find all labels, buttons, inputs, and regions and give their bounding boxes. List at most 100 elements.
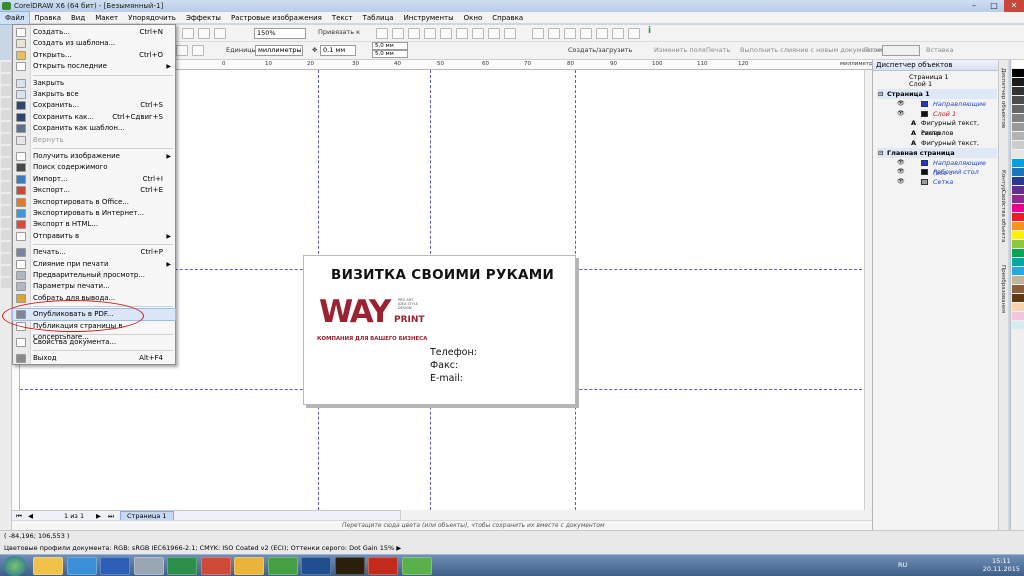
align-icon[interactable] — [472, 28, 484, 39]
page-size-icon[interactable] — [176, 45, 188, 56]
palette-swatch[interactable] — [1012, 276, 1024, 285]
pick-tool-icon[interactable] — [1, 62, 11, 72]
paint-icon[interactable] — [200, 557, 231, 575]
card-title[interactable]: ВИЗИТКА СВОИМИ РУКАМИ — [331, 267, 554, 283]
expand-toggle-icon[interactable]: ⊟ — [878, 89, 883, 99]
crop-tool-icon[interactable] — [1, 86, 11, 96]
file-menu-item[interactable]: Импорт... Ctrl+I — [13, 174, 175, 185]
smart-fill-icon[interactable] — [1, 122, 11, 132]
palette-swatch[interactable] — [1012, 150, 1024, 159]
transparency-tool-icon[interactable] — [1, 230, 11, 240]
docker-tab[interactable]: Преобразования — [1000, 265, 1006, 313]
text-tool-icon[interactable] — [1, 170, 11, 180]
align-icon[interactable] — [408, 28, 420, 39]
expand-toggle-icon[interactable]: ⊟ — [878, 148, 883, 158]
outline-tool-icon[interactable] — [1, 254, 11, 264]
zoom-select[interactable]: 150% — [254, 28, 306, 39]
palette-swatch[interactable] — [1012, 321, 1024, 330]
import-icon[interactable] — [182, 28, 194, 39]
palette-swatch[interactable] — [1012, 231, 1024, 240]
ie-icon[interactable] — [66, 557, 97, 575]
align-icon[interactable] — [532, 28, 544, 39]
tree-item[interactable]: ⊟ Главная страница — [877, 147, 997, 158]
tree-item[interactable]: 👁 Направляющие (все с — [877, 158, 997, 177]
align-icon[interactable] — [548, 28, 560, 39]
menu-2[interactable]: Вид — [66, 12, 90, 24]
file-menu-item[interactable]: Создать из шаблона... — [13, 38, 175, 49]
file-menu-item[interactable]: Поиск содержимого — [13, 162, 175, 173]
align-icon[interactable] — [440, 28, 452, 39]
menu-11[interactable]: Справка — [487, 12, 528, 24]
palette-swatch[interactable] — [1012, 285, 1024, 294]
table-tool-icon[interactable] — [1, 182, 11, 192]
palette-swatch[interactable] — [1012, 132, 1024, 141]
menu-4[interactable]: Упорядочить — [123, 12, 181, 24]
visibility-icon[interactable]: 👁 — [897, 99, 905, 109]
file-menu-item[interactable]: Закрыть — [13, 78, 175, 89]
palette-swatch[interactable] — [1012, 240, 1024, 249]
insert-field-button[interactable]: Вставка — [926, 45, 954, 56]
tree-item[interactable]: 👁 Слой 1 — [877, 109, 997, 119]
document-palette[interactable]: Перетащите сюда цвета (или объекты), что… — [12, 520, 872, 530]
file-menu-item[interactable]: Получить изображение ▶ — [13, 151, 175, 162]
file-menu-item[interactable]: Отправить в ▶ — [13, 231, 175, 242]
align-icon[interactable] — [596, 28, 608, 39]
eyedropper-tool-icon[interactable] — [1, 242, 11, 252]
tree-item[interactable]: 👁 Рабочий стол — [877, 167, 997, 177]
vertical-scrollbar[interactable] — [864, 70, 872, 510]
align-icon[interactable] — [504, 28, 516, 39]
fill-tool-icon[interactable] — [1, 266, 11, 276]
phone-label[interactable]: Телефон: — [430, 347, 477, 358]
file-menu-item[interactable]: Печать... Ctrl+P — [13, 247, 175, 258]
merge-new-doc-button[interactable]: Выполнить слияние с новым документом — [740, 45, 882, 56]
palette-swatch[interactable] — [1012, 114, 1024, 123]
snap-to-dropdown[interactable]: Привязать к — [318, 27, 360, 38]
palette-swatch[interactable] — [1012, 303, 1024, 312]
interactive-fill-icon[interactable] — [1, 278, 11, 288]
docker-tab[interactable]: Диспетчер объектов — [1000, 68, 1006, 128]
connector-tool-icon[interactable] — [1, 206, 11, 216]
palette-swatch[interactable] — [1012, 78, 1024, 87]
file-menu-item[interactable]: Экспорт... Ctrl+E — [13, 185, 175, 196]
file-menu-item[interactable]: Сохранить как... Ctrl+Сдвиг+S — [13, 112, 175, 123]
shape-tool-icon[interactable] — [1, 74, 11, 84]
align-icon[interactable] — [564, 28, 576, 39]
palette-swatch[interactable] — [1012, 195, 1024, 204]
visibility-icon[interactable]: 👁 — [897, 177, 905, 187]
file-menu-item[interactable]: Экспортировать в Интернет... — [13, 208, 175, 219]
landscape-icon[interactable] — [192, 45, 204, 56]
tree-item[interactable]: 👁 Направляющие — [877, 99, 997, 109]
visibility-icon[interactable]: 👁 — [897, 109, 905, 119]
palette-swatch[interactable] — [1012, 60, 1024, 69]
palette-swatch[interactable] — [1012, 294, 1024, 303]
nudge-field[interactable]: 0,1 мм — [320, 45, 356, 56]
export-icon[interactable] — [198, 28, 210, 39]
minimize-button[interactable]: – — [964, 0, 984, 12]
menu-8[interactable]: Таблица — [358, 12, 399, 24]
illustrator-icon[interactable] — [334, 557, 365, 575]
palette-swatch[interactable] — [1012, 204, 1024, 213]
maximize-button[interactable]: □ — [984, 0, 1004, 12]
menu-5[interactable]: Эффекты — [181, 12, 226, 24]
palette-swatch[interactable] — [1012, 69, 1024, 78]
palette-swatch[interactable] — [1012, 177, 1024, 186]
palette-swatch[interactable] — [1012, 222, 1024, 231]
palette-swatch[interactable] — [1012, 168, 1024, 177]
explorer-icon[interactable] — [33, 557, 63, 575]
menu-7[interactable]: Текст — [327, 12, 358, 24]
fax-label[interactable]: Факс: — [430, 360, 458, 371]
palette-swatch[interactable] — [1012, 105, 1024, 114]
align-icon[interactable] — [612, 28, 624, 39]
color-profiles[interactable]: Цветовые профили документа: RGB: sRGB IE… — [4, 544, 401, 552]
palette-swatch[interactable] — [1012, 186, 1024, 195]
palette-swatch[interactable] — [1012, 312, 1024, 321]
polygon-tool-icon[interactable] — [1, 158, 11, 168]
excel-icon[interactable] — [167, 557, 197, 575]
palette-swatch[interactable] — [1012, 87, 1024, 96]
field-select[interactable] — [882, 45, 920, 56]
align-icon[interactable] — [424, 28, 436, 39]
file-menu-item[interactable]: Слияние при печати ▶ — [13, 259, 175, 270]
horizontal-scrollbar[interactable] — [400, 510, 872, 520]
merge-print-button[interactable]: Печать — [706, 45, 730, 56]
rectangle-tool-icon[interactable] — [1, 134, 11, 144]
